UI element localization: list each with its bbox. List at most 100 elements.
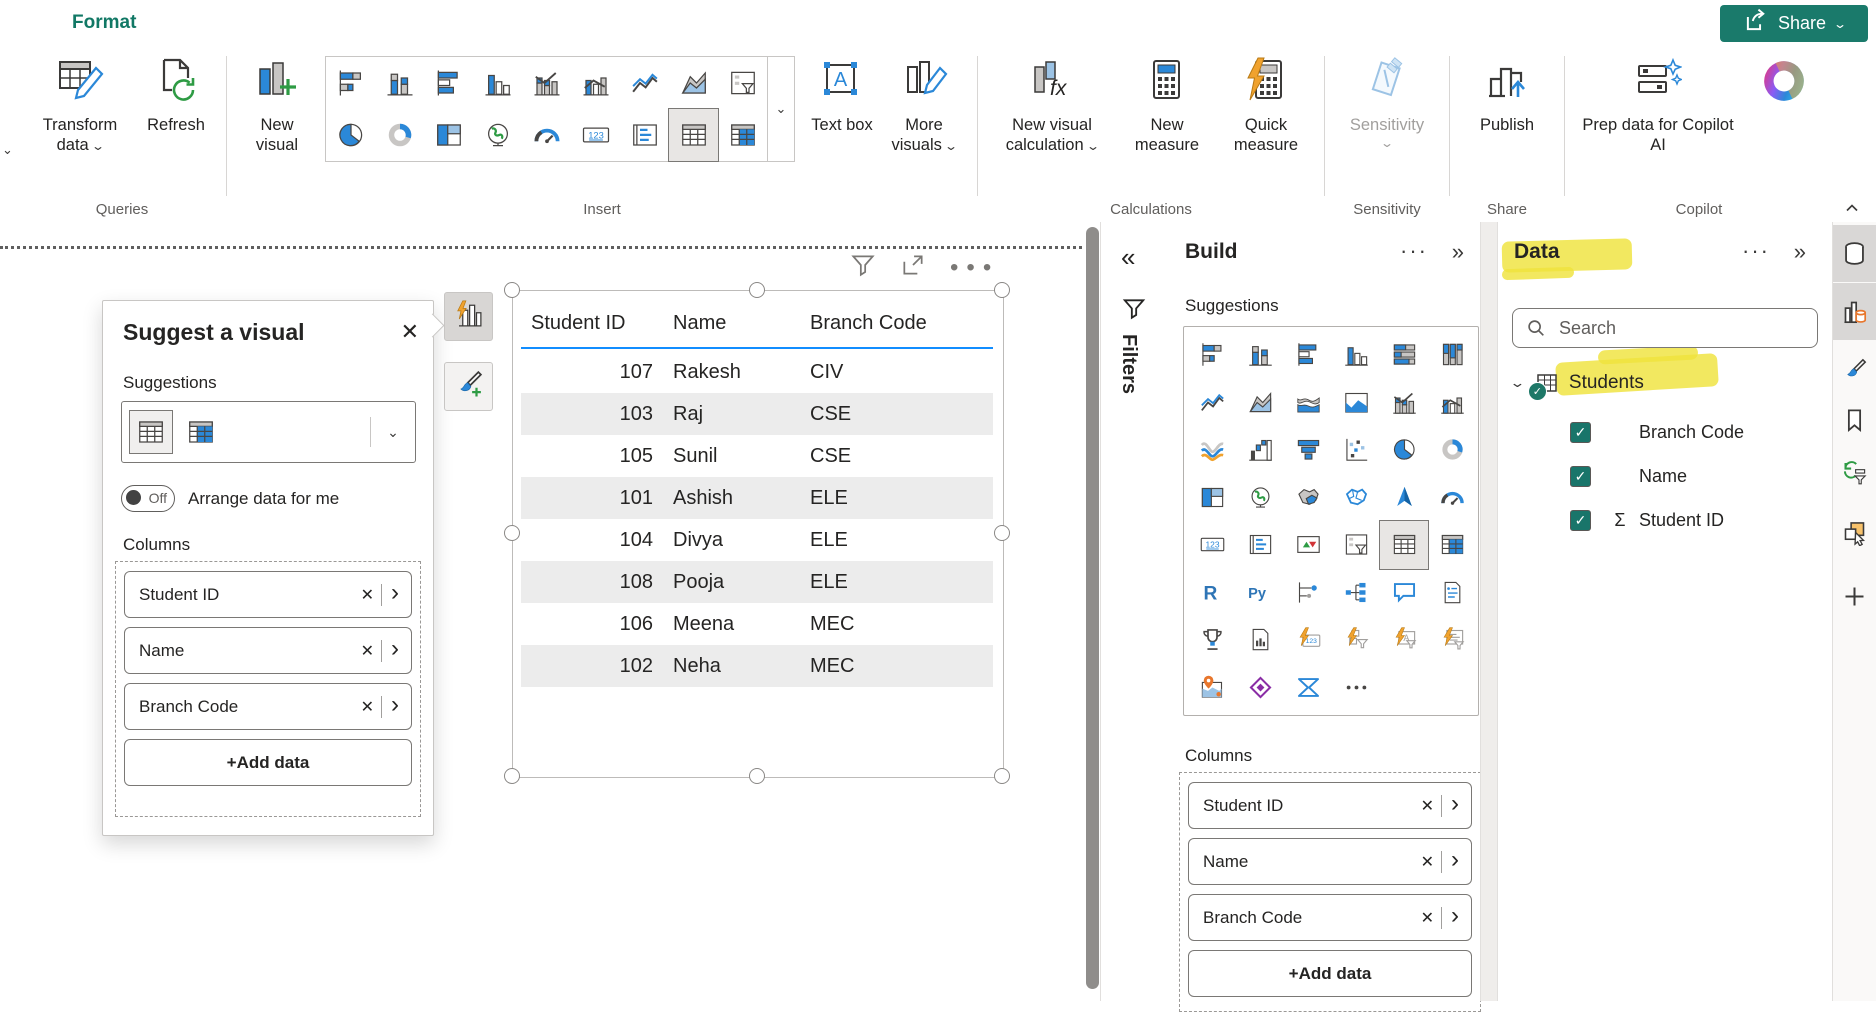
more-options-icon[interactable]: • • • xyxy=(950,263,994,273)
field-pill-name[interactable]: Name✕› xyxy=(124,627,412,674)
field-checkbox[interactable]: ✓ xyxy=(1570,422,1591,443)
field-label[interactable]: Name xyxy=(1639,466,1687,487)
decomp-tree-visual-icon[interactable] xyxy=(1332,569,1380,617)
more-dots-visual-icon[interactable] xyxy=(1332,664,1380,712)
transform-data-button[interactable]: Transform data ⌄ xyxy=(26,54,134,157)
slicer-visual-icon[interactable] xyxy=(1332,521,1380,569)
close-icon[interactable]: ✕ xyxy=(401,321,419,343)
field-row-student-id[interactable]: ✓ΣStudent ID xyxy=(1570,506,1724,534)
powerapps-visual-icon[interactable] xyxy=(1236,664,1284,712)
expand-filters-chevron-icon[interactable]: « xyxy=(1121,244,1135,270)
p100-column-visual-icon[interactable] xyxy=(1428,331,1476,379)
strip-build-icon[interactable] xyxy=(1833,283,1876,340)
stacked-column-visual-icon[interactable] xyxy=(1236,331,1284,379)
gauge-visual-icon[interactable] xyxy=(1428,474,1476,522)
multirow-card-visual-icon[interactable] xyxy=(620,109,669,161)
field-options-chevron-icon[interactable]: › xyxy=(382,693,411,720)
treemap-visual-icon[interactable] xyxy=(424,109,473,161)
metrics-visual-icon[interactable] xyxy=(1188,616,1236,664)
resize-handle[interactable] xyxy=(994,525,1010,541)
donut-visual-icon[interactable] xyxy=(1428,426,1476,474)
format-visual-button[interactable] xyxy=(444,362,493,411)
clustered-bar-visual-icon[interactable] xyxy=(424,57,473,109)
arrange-data-toggle[interactable]: Off xyxy=(121,485,175,512)
clustered-bar-visual-icon[interactable] xyxy=(1284,331,1332,379)
strip-sync-icon[interactable] xyxy=(1833,444,1876,501)
table-row[interactable]: 104DivyaELE xyxy=(521,519,993,561)
remove-field-icon[interactable]: ✕ xyxy=(1414,908,1441,928)
column-header[interactable]: Student ID xyxy=(521,312,671,335)
resize-handle[interactable] xyxy=(749,768,765,784)
table-row[interactable]: 106MeenaMEC xyxy=(521,603,993,645)
filters-funnel-icon[interactable] xyxy=(1121,296,1147,327)
stacked-area-visual-icon[interactable] xyxy=(1284,379,1332,427)
matrix-visual-icon[interactable] xyxy=(1428,521,1476,569)
chevron-down-icon[interactable]: ⌄ xyxy=(371,424,415,441)
kpi-visual-icon[interactable] xyxy=(1284,521,1332,569)
publish-button[interactable]: Publish xyxy=(1458,54,1556,138)
python-visual-icon[interactable]: Py xyxy=(1236,569,1284,617)
remove-field-icon[interactable]: ✕ xyxy=(354,697,381,717)
pie-visual-icon[interactable] xyxy=(326,109,375,161)
field-row-name[interactable]: ✓ Name xyxy=(1570,462,1687,490)
clustered-column-visual-icon[interactable] xyxy=(1332,331,1380,379)
resize-handle[interactable] xyxy=(504,282,520,298)
strip-bookmark-icon[interactable] xyxy=(1833,392,1876,449)
more-visuals-button[interactable]: More visuals ⌄ xyxy=(879,54,969,157)
table-row[interactable]: 105SunilCSE xyxy=(521,435,993,477)
strip-format-icon[interactable] xyxy=(1833,342,1876,399)
matrix-visual-icon[interactable] xyxy=(718,109,767,161)
azure-map-visual-icon[interactable] xyxy=(1380,474,1428,522)
stacked-bar-visual-icon[interactable] xyxy=(326,57,375,109)
treemap-visual-icon[interactable] xyxy=(1188,474,1236,522)
column-header[interactable]: Branch Code xyxy=(796,312,993,335)
report-canvas[interactable]: Suggest a visual ✕ Suggestions ⌄ Off Arr… xyxy=(0,222,1100,1001)
paginated-visual-icon[interactable] xyxy=(1236,616,1284,664)
r-script-visual-icon[interactable]: R xyxy=(1188,569,1236,617)
resize-handle[interactable] xyxy=(994,768,1010,784)
field-options-chevron-icon[interactable]: › xyxy=(1442,904,1471,931)
resize-handle[interactable] xyxy=(994,282,1010,298)
combo2-visual-icon[interactable] xyxy=(1428,379,1476,427)
remove-field-icon[interactable]: ✕ xyxy=(354,585,381,605)
arcgis-visual-icon[interactable] xyxy=(1188,664,1236,712)
map-visual-icon[interactable] xyxy=(1236,474,1284,522)
combo1-visual-icon[interactable] xyxy=(522,57,571,109)
build-more-options-icon[interactable]: ··· xyxy=(1400,236,1428,266)
search-input[interactable] xyxy=(1557,317,1781,340)
filled-area-visual-icon[interactable] xyxy=(1332,379,1380,427)
field-checkbox[interactable]: ✓ xyxy=(1570,466,1591,487)
table-row[interactable]: 102NehaMEC xyxy=(521,645,993,687)
scatter-visual-icon[interactable] xyxy=(1332,426,1380,474)
ribbon-visual-icon[interactable] xyxy=(1188,426,1236,474)
table-row[interactable]: 101AshishELE xyxy=(521,477,993,519)
field-pill-student-id[interactable]: Student ID✕› xyxy=(124,571,412,618)
field-options-chevron-icon[interactable]: › xyxy=(382,637,411,664)
field-options-chevron-icon[interactable]: › xyxy=(1442,848,1471,875)
suggest-visual-toggle-button[interactable] xyxy=(444,292,493,341)
canvas-vertical-scrollbar[interactable] xyxy=(1086,227,1099,989)
field-pill-branch-code[interactable]: Branch Code✕› xyxy=(124,683,412,730)
field-label[interactable]: Student ID xyxy=(1639,510,1724,531)
card-visual-icon[interactable]: 123 xyxy=(1188,521,1236,569)
focus-mode-icon[interactable] xyxy=(900,252,926,283)
narrative-visual-icon[interactable] xyxy=(1428,569,1476,617)
visual-filter-icon[interactable] xyxy=(850,252,876,283)
resize-handle[interactable] xyxy=(504,768,520,784)
field-options-chevron-icon[interactable]: › xyxy=(382,581,411,608)
strip-add-icon[interactable] xyxy=(1833,568,1876,625)
table-visual-icon[interactable] xyxy=(669,109,718,161)
combo1-visual-icon[interactable] xyxy=(1380,379,1428,427)
copilot-button[interactable] xyxy=(1743,54,1825,120)
data-more-options-icon[interactable]: ··· xyxy=(1742,236,1770,266)
text-box-button[interactable]: A Text box xyxy=(805,54,879,138)
collapse-ribbon-chevron-icon[interactable] xyxy=(1842,198,1862,223)
field-pill-branch-code[interactable]: Branch Code✕› xyxy=(1188,894,1472,941)
column-header[interactable]: Name xyxy=(671,312,796,335)
field-options-chevron-icon[interactable]: › xyxy=(1442,792,1471,819)
strip-selection-icon[interactable] xyxy=(1833,504,1876,561)
funnel-visual-icon[interactable] xyxy=(1284,426,1332,474)
ai-slicer-visual-icon[interactable] xyxy=(1332,616,1380,664)
suggested-table-visual-icon[interactable] xyxy=(130,411,172,453)
table-tree-item-students[interactable]: ⌄ ✓ Students xyxy=(1512,368,1644,398)
